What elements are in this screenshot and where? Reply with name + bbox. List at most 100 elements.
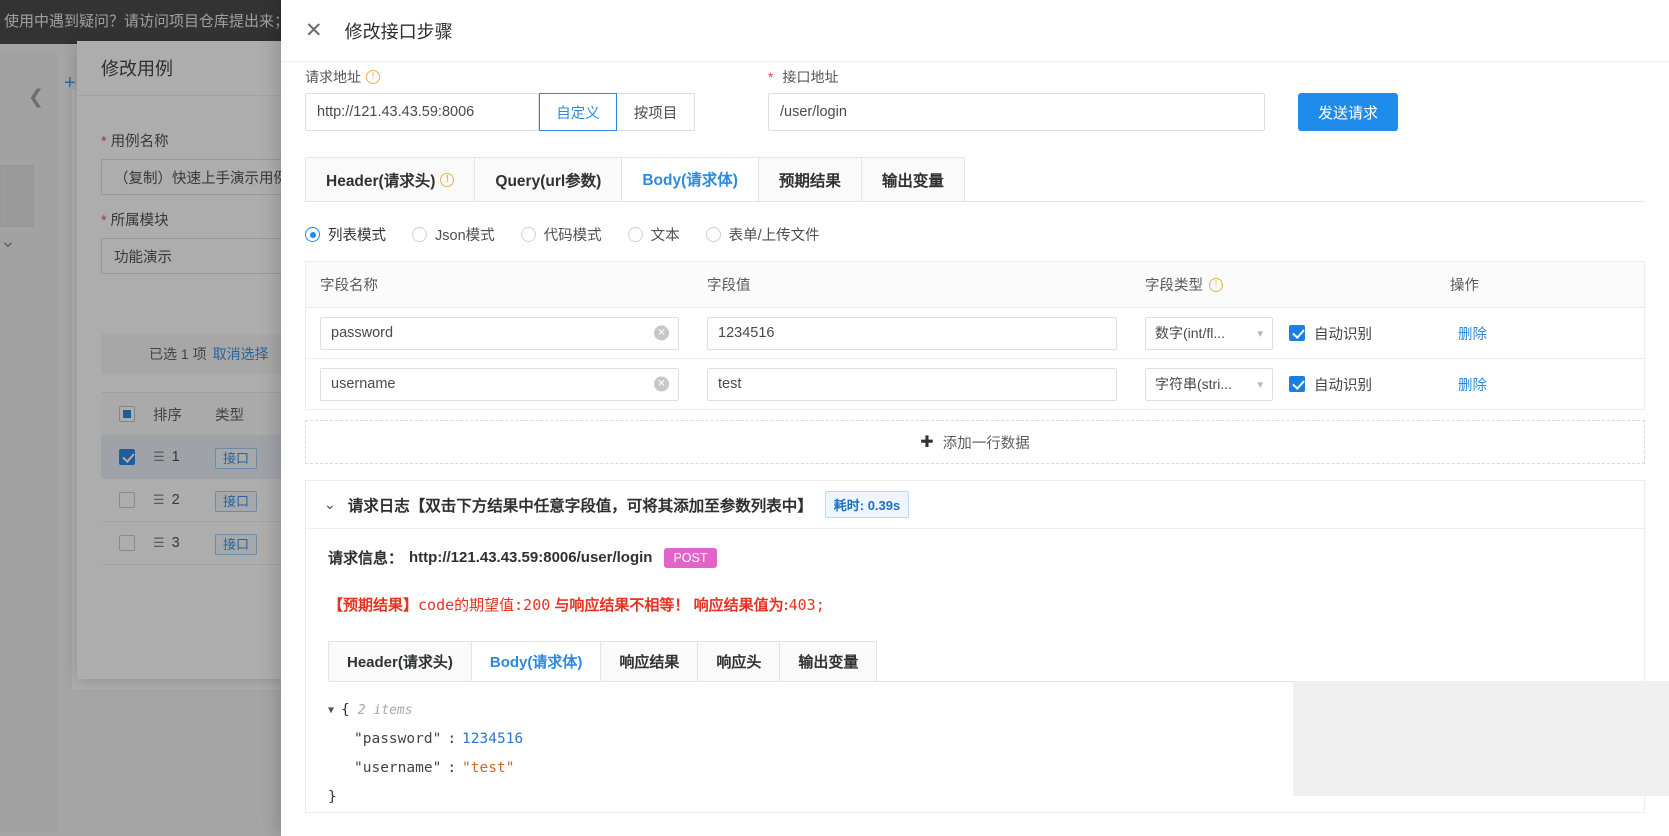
radio-form-upload-mode[interactable]: 表单/上传文件	[706, 224, 820, 245]
path-input[interactable]: /user/login	[768, 93, 1265, 131]
error-expect: code的期望值:200	[418, 596, 550, 614]
send-request-button[interactable]: 发送请求	[1298, 93, 1398, 131]
request-info-line: 请求信息： http://121.43.43.59:8006/user/logi…	[328, 547, 1622, 568]
path-label: * 接口地址	[768, 68, 1265, 86]
body-mode-radio-group: 列表模式 Json模式 代码模式 文本 表单/上传文件	[305, 224, 1645, 245]
path-value: /user/login	[780, 104, 847, 120]
field-value-input[interactable]: test	[707, 368, 1117, 401]
parameter-row: password ✕ 1234516 数字(int/fl... ▾	[306, 308, 1644, 359]
request-log-header[interactable]: ⌄ 请求日志【双击下方结果中任意字段值，可将其添加至参数列表中】 耗时: 0.3…	[306, 481, 1644, 529]
host-mode-project-button[interactable]: 按项目	[617, 93, 695, 131]
http-method-badge: POST	[664, 548, 716, 568]
host-label: 请求地址 !	[305, 68, 695, 86]
field-name-cell: password ✕	[306, 317, 693, 350]
field-value-cell: 1234516	[693, 317, 1131, 350]
auto-detect-group[interactable]: 自动识别	[1289, 323, 1372, 344]
json-separator: :	[447, 725, 456, 754]
auto-detect-checkbox[interactable]	[1289, 376, 1305, 392]
drawer-title: 修改接口步骤	[345, 18, 453, 44]
expected-result-error: 【预期结果】code的期望值:200 与响应结果不相等！ 响应结果值为:403;	[328, 594, 1622, 615]
host-field-group: 请求地址 ! http://121.43.43.59:8006 自定义 按项目	[305, 68, 695, 131]
required-asterisk: *	[768, 69, 773, 85]
error-prefix: 【预期结果】	[328, 597, 418, 614]
column-action: 操作	[1436, 274, 1644, 295]
chevron-down-icon[interactable]: ⌄	[324, 496, 336, 513]
chevron-down-icon: ▾	[1257, 378, 1263, 391]
json-key: "username"	[354, 754, 441, 783]
json-open-brace: {	[341, 696, 350, 725]
radio-list-mode[interactable]: 列表模式	[305, 224, 386, 245]
request-info-url: http://121.43.43.59:8006/user/login	[409, 549, 652, 566]
field-value-input[interactable]: 1234516	[707, 317, 1117, 350]
field-type-cell: 数字(int/fl... ▾ 自动识别	[1131, 317, 1436, 350]
drawer-header: ✕ 修改接口步骤	[281, 0, 1669, 62]
delete-row-link[interactable]: 删除	[1458, 323, 1487, 344]
error-middle: 与响应结果不相等！ 响应结果值为:	[550, 597, 788, 614]
info-icon[interactable]: !	[1209, 278, 1223, 292]
field-type-select[interactable]: 数字(int/fl... ▾	[1145, 317, 1273, 350]
column-field-value: 字段值	[693, 274, 1131, 295]
info-icon[interactable]: !	[440, 173, 454, 187]
subtab-response-header[interactable]: 响应头	[697, 641, 780, 681]
error-actual: 403;	[789, 596, 825, 614]
response-tabs: Header(请求头) Body(请求体) 响应结果 响应头 输出变量	[328, 641, 1622, 682]
request-tabs: Header(请求头) ! Query(url参数) Body(请求体) 预期结…	[305, 157, 1645, 202]
parameter-table-header: 字段名称 字段值 字段类型 ! 操作	[306, 262, 1644, 308]
radio-dot[interactable]	[706, 227, 721, 242]
tab-header[interactable]: Header(请求头) !	[305, 157, 475, 201]
action-cell: 删除	[1436, 374, 1644, 395]
radio-code-mode[interactable]: 代码模式	[521, 224, 602, 245]
parameter-table: 字段名称 字段值 字段类型 ! 操作 password ✕ 12345	[305, 261, 1645, 410]
elapsed-time-badge: 耗时: 0.39s	[825, 491, 909, 518]
field-value-cell: test	[693, 368, 1131, 401]
json-items-count: 2 items	[358, 696, 413, 725]
radio-json-mode[interactable]: Json模式	[412, 224, 495, 245]
host-mode-custom-button[interactable]: 自定义	[539, 93, 617, 131]
json-value[interactable]: "test"	[462, 754, 514, 783]
host-input[interactable]: http://121.43.43.59:8006	[305, 93, 539, 131]
plus-icon: ✚	[920, 432, 933, 452]
chevron-down-icon: ▾	[1257, 327, 1263, 340]
tab-expected-result[interactable]: 预期结果	[758, 157, 862, 201]
edit-api-step-drawer: ✕ 修改接口步骤 请求地址 ! http://121.43.43.59:8006…	[281, 0, 1669, 836]
request-url-row: 请求地址 ! http://121.43.43.59:8006 自定义 按项目 …	[305, 62, 1645, 131]
json-close-brace: }	[328, 783, 337, 812]
action-cell: 删除	[1436, 323, 1644, 344]
info-icon[interactable]: !	[366, 70, 380, 84]
radio-dot[interactable]	[521, 227, 536, 242]
field-name-input[interactable]: username ✕	[320, 368, 679, 401]
delete-row-link[interactable]: 删除	[1458, 374, 1487, 395]
radio-dot[interactable]	[412, 227, 427, 242]
radio-dot[interactable]	[305, 227, 320, 242]
subtab-response-result[interactable]: 响应结果	[600, 641, 698, 681]
field-type-cell: 字符串(stri... ▾ 自动识别	[1131, 368, 1436, 401]
field-type-select[interactable]: 字符串(stri... ▾	[1145, 368, 1273, 401]
field-name-input[interactable]: password ✕	[320, 317, 679, 350]
close-icon[interactable]: ✕	[305, 20, 323, 41]
json-value[interactable]: 1234516	[462, 725, 523, 754]
drawer-right-filler	[1293, 681, 1669, 796]
column-field-type: 字段类型 !	[1131, 274, 1436, 295]
host-value: http://121.43.43.59:8006	[317, 104, 474, 120]
triangle-down-icon[interactable]: ▼	[328, 696, 334, 725]
subtab-output-variables[interactable]: 输出变量	[779, 641, 877, 681]
clear-icon[interactable]: ✕	[654, 377, 669, 392]
radio-text-mode[interactable]: 文本	[628, 224, 680, 245]
path-field-group: * 接口地址 /user/login	[768, 68, 1265, 131]
clear-icon[interactable]: ✕	[654, 326, 669, 341]
auto-detect-checkbox[interactable]	[1289, 325, 1305, 341]
radio-dot[interactable]	[628, 227, 643, 242]
field-name-cell: username ✕	[306, 368, 693, 401]
tab-output-variables[interactable]: 输出变量	[861, 157, 965, 201]
json-separator: :	[447, 754, 456, 783]
tab-query[interactable]: Query(url参数)	[474, 157, 622, 201]
request-log-title: 请求日志【双击下方结果中任意字段值，可将其添加至参数列表中】	[348, 494, 813, 516]
json-key: "password"	[354, 725, 441, 754]
subtab-header[interactable]: Header(请求头)	[328, 641, 472, 681]
add-row-button[interactable]: ✚ 添加一行数据	[305, 420, 1645, 464]
auto-detect-group[interactable]: 自动识别	[1289, 374, 1372, 395]
tab-body[interactable]: Body(请求体)	[621, 157, 759, 201]
column-field-name: 字段名称	[306, 274, 693, 295]
request-info-label: 请求信息：	[328, 547, 403, 568]
subtab-body[interactable]: Body(请求体)	[471, 641, 602, 681]
